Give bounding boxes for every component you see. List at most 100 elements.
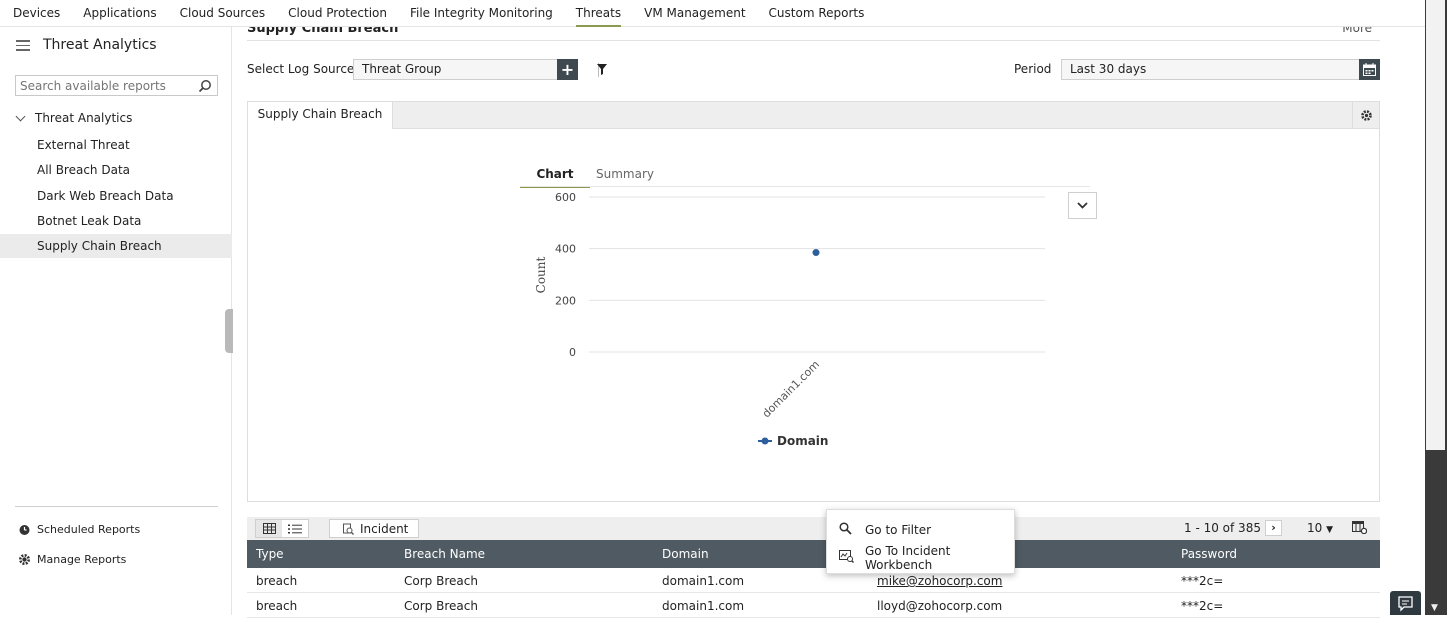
chat-icon [1398, 596, 1413, 612]
pagination-text: 1 - 10 of 385 [1184, 521, 1261, 535]
hamburger-icon[interactable] [16, 37, 30, 54]
period-select[interactable]: Last 30 days [1061, 59, 1361, 80]
workbench-icon [839, 550, 854, 566]
column-type[interactable]: Type [256, 547, 284, 561]
log-source-select[interactable]: Threat Group [353, 59, 558, 80]
cell-domain: domain1.com [662, 599, 745, 613]
nav-applications[interactable]: Applications [83, 0, 156, 27]
grid-view-button[interactable] [256, 520, 282, 537]
sidebar: Threat Analytics Threat Analytics Extern… [0, 27, 232, 615]
sidebar-item-all-breach-data[interactable]: All Breach Data [0, 158, 232, 182]
menu-item-go-to-filter[interactable]: Go to Filter [839, 522, 931, 538]
sidebar-item-external-threat[interactable]: External Threat [0, 133, 232, 157]
calendar-icon[interactable] [1359, 59, 1380, 80]
sidebar-item-botnet-leak-data[interactable]: Botnet Leak Data [0, 209, 232, 233]
scroll-down-icon[interactable]: ▼ [1431, 603, 1438, 613]
cell-breach-name: Corp Breach [404, 599, 478, 613]
more-button[interactable]: More [1342, 27, 1372, 35]
panel-settings-button[interactable] [1352, 102, 1379, 129]
report-panel: Supply Chain Breach Chart Summary 0 200 40… [247, 101, 1380, 502]
sidebar-group-threat-analytics[interactable]: Threat Analytics [15, 111, 133, 125]
caret-down-icon: ▼ [1326, 525, 1334, 535]
scheduled-reports-label: Scheduled Reports [37, 523, 141, 536]
search-icon[interactable] [198, 79, 212, 96]
page-title: Supply Chain Breach [247, 27, 399, 36]
panel-header: Supply Chain Breach [248, 102, 1379, 129]
y-tick-label: 600 [555, 191, 576, 204]
table-header: Type Breach Name Domain Password [247, 540, 1380, 568]
column-password[interactable]: Password [1181, 547, 1237, 561]
nav-threats[interactable]: Threats [575, 0, 622, 27]
table-toolbar: Incident 1 - 10 of 385 › 10 ▼ [247, 517, 1380, 540]
grid-icon [262, 523, 276, 534]
sidebar-group-label: Threat Analytics [35, 111, 133, 125]
legend-label: Domain [777, 434, 828, 448]
page-size-select[interactable]: 10 ▼ [1307, 521, 1333, 535]
menu-item-label: Go to Filter [865, 523, 932, 537]
nav-custom-reports[interactable]: Custom Reports [769, 0, 865, 27]
incident-label: Incident [360, 521, 409, 536]
cell-email-link[interactable]: mike@zohocorp.com [877, 574, 1002, 588]
report-search [15, 75, 218, 96]
filter-row: Select Log Source Threat Group + Period … [247, 59, 1380, 80]
menu-item-label: Go To Incident Workbench [865, 544, 951, 572]
cell-breach-name: Corp Breach [404, 574, 478, 588]
gear-icon [1361, 110, 1372, 121]
nav-devices[interactable]: Devices [13, 0, 60, 27]
list-view-button[interactable] [282, 520, 308, 537]
y-tick-label: 0 [569, 346, 576, 359]
nav-file-integrity-monitoring[interactable]: File Integrity Monitoring [410, 0, 553, 27]
page-size-value: 10 [1307, 521, 1323, 535]
sidebar-title: Threat Analytics [43, 37, 157, 54]
column-breach-name[interactable]: Breach Name [404, 547, 485, 561]
sidebar-collapse-handle[interactable] [225, 309, 233, 353]
table-row: breach Corp Breach domain1.com mike@zoho… [247, 568, 1380, 593]
chevron-down-icon [15, 111, 26, 121]
page-scrollbar[interactable]: ▼ [1425, 0, 1447, 615]
list-icon [288, 524, 302, 533]
sidebar-item-supply-chain-breach[interactable]: Supply Chain Breach [0, 234, 232, 258]
scrollbar-thumb[interactable] [1426, 0, 1445, 450]
filter-icon[interactable] [597, 64, 607, 78]
sidebar-header: Threat Analytics [16, 37, 157, 54]
y-tick-label: 400 [555, 243, 576, 256]
cell-password: ***2c= [1181, 599, 1224, 613]
tab-supply-chain-breach[interactable]: Supply Chain Breach [248, 102, 393, 129]
cell-type: breach [256, 574, 298, 588]
period-label: Period [1014, 62, 1052, 76]
cell-password: ***2c= [1181, 574, 1224, 588]
top-nav: Devices Applications Cloud Sources Cloud… [0, 0, 1425, 27]
nav-vm-management[interactable]: VM Management [644, 0, 745, 27]
view-toggle [255, 519, 309, 538]
y-tick-label: 200 [555, 294, 576, 307]
report-search-input[interactable] [20, 78, 195, 93]
x-tick-label: domain1.com [760, 358, 822, 420]
cell-email[interactable]: lloyd@zohocorp.com [877, 599, 1002, 613]
add-log-source-button[interactable]: + [557, 59, 578, 80]
column-settings-icon[interactable] [1352, 521, 1368, 537]
manage-reports-link[interactable]: Manage Reports [18, 553, 126, 566]
data-point [812, 249, 820, 257]
gear-icon [18, 553, 31, 566]
column-domain[interactable]: Domain [662, 547, 709, 561]
table-row: breach Corp Breach domain1.com lloyd@zoh… [247, 593, 1380, 618]
sidebar-item-dark-web-breach-data[interactable]: Dark Web Breach Data [0, 184, 232, 208]
sidebar-divider [15, 506, 218, 507]
incident-button[interactable]: Incident [329, 519, 419, 538]
next-page-button[interactable]: › [1265, 520, 1282, 536]
y-axis-label: Count [534, 256, 548, 293]
search-icon [839, 522, 853, 538]
domain-count-chart: 0 200 400 600 Count domain1.com Domain [534, 191, 1045, 448]
legend-marker [761, 437, 769, 445]
log-source-label: Select Log Source [247, 62, 355, 76]
clock-gear-icon [18, 523, 31, 536]
nav-cloud-sources[interactable]: Cloud Sources [180, 0, 266, 27]
report-header: Supply Chain Breach More [247, 27, 1380, 41]
manage-reports-label: Manage Reports [37, 553, 127, 566]
incident-icon [343, 523, 354, 535]
chat-button[interactable] [1390, 591, 1421, 615]
scheduled-reports-link[interactable]: Scheduled Reports [18, 523, 140, 536]
cell-domain: domain1.com [662, 574, 745, 588]
menu-item-go-to-incident-workbench[interactable]: Go To Incident Workbench [839, 544, 1014, 572]
nav-cloud-protection[interactable]: Cloud Protection [288, 0, 387, 27]
